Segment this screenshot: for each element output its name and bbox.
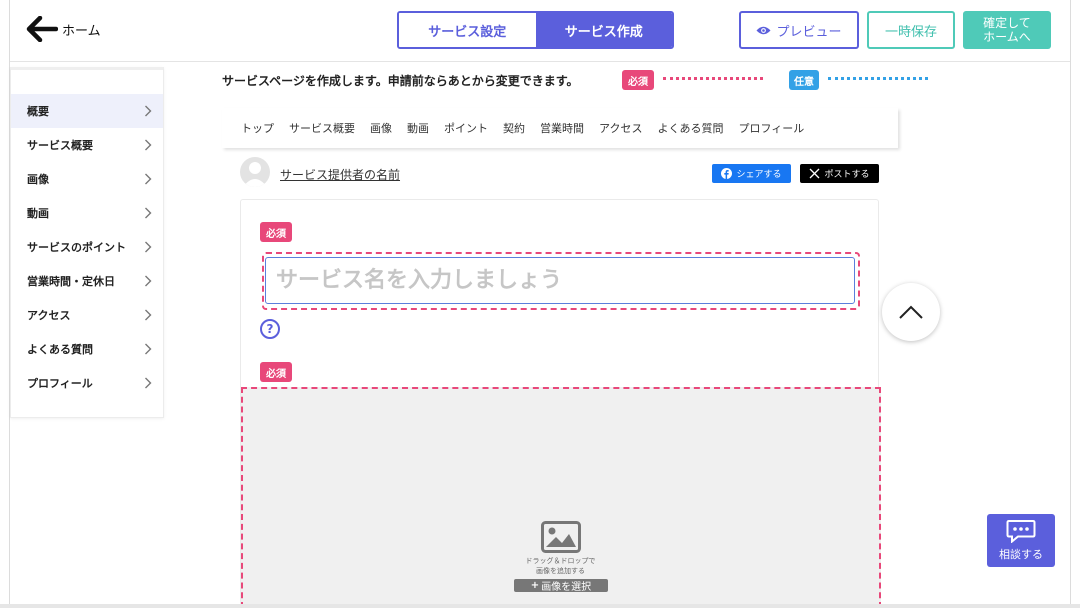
tab-service-create[interactable]: サービス作成 — [535, 13, 672, 47]
chevron-right-icon — [145, 241, 152, 253]
chevron-right-icon — [145, 173, 152, 185]
page-nav-hours[interactable]: 営業時間 — [540, 120, 584, 136]
home-label: ホーム — [62, 23, 101, 39]
scroll-to-top-button[interactable] — [882, 283, 940, 341]
chat-bubble-icon — [1006, 520, 1036, 543]
facebook-share-button[interactable]: シェアする — [712, 164, 791, 183]
page-nav-images[interactable]: 画像 — [370, 120, 392, 136]
home-link[interactable]: ホーム — [26, 16, 101, 42]
sidebar-item-label: 営業時間・定休日 — [27, 275, 115, 288]
help-icon[interactable]: ? — [260, 319, 280, 339]
mode-tabs: サービス設定 サービス作成 — [397, 11, 674, 49]
temp-save-button[interactable]: 一時保存 — [867, 11, 955, 49]
sidebar-item-points[interactable]: サービスのポイント — [11, 230, 163, 264]
plus-icon: + — [530, 580, 540, 591]
chevron-up-icon — [899, 305, 923, 319]
user-silhouette-icon — [243, 162, 267, 187]
post-label: ポストする — [824, 170, 870, 180]
confirm-label-line1: 確定して — [983, 16, 1031, 30]
dropzone-hint-line2: 画像を追加する — [536, 567, 585, 575]
sidebar-item-label: 画像 — [27, 173, 49, 186]
page-nav-profile[interactable]: プロフィール — [738, 120, 804, 136]
sidebar: 概要 サービス概要 画像 動画 サービスのポイント 営業時間・定休日 アクセス — [10, 67, 164, 418]
page-nav-top[interactable]: トップ — [241, 120, 274, 136]
chevron-right-icon — [145, 343, 152, 355]
eye-icon — [756, 26, 771, 34]
share-label: シェアする — [736, 170, 782, 180]
facebook-icon — [721, 168, 733, 179]
consult-label: 相談する — [999, 548, 1043, 561]
sidebar-item-label: アクセス — [27, 309, 71, 322]
optional-legend-tag: 任意 — [789, 70, 819, 90]
sidebar-list: 概要 サービス概要 画像 動画 サービスのポイント 営業時間・定休日 アクセス — [11, 94, 163, 400]
frame-edge-bottom — [0, 604, 1080, 608]
select-image-button[interactable]: + 画像を選択 — [514, 579, 608, 593]
page-section-nav: トップ サービス概要 画像 動画 ポイント 契約 営業時間 アクセス よくある質… — [222, 108, 898, 148]
service-name-required-badge: 必須 — [260, 222, 292, 242]
required-legend-tag: 必須 — [622, 70, 654, 90]
page-nav-access[interactable]: アクセス — [599, 120, 642, 136]
chevron-right-icon — [145, 207, 152, 219]
chevron-right-icon — [145, 139, 152, 151]
confirm-home-button[interactable]: 確定して ホームへ — [963, 11, 1051, 49]
chevron-right-icon — [145, 309, 152, 321]
sidebar-item-faq[interactable]: よくある質問 — [11, 332, 163, 366]
sidebar-item-overview[interactable]: 概要 — [11, 94, 163, 128]
page-nav-faq[interactable]: よくある質問 — [657, 120, 723, 136]
sidebar-item-label: サービスのポイント — [27, 241, 126, 254]
sidebar-item-access[interactable]: アクセス — [11, 298, 163, 332]
frame-edge-right — [1070, 0, 1071, 608]
page-nav-points[interactable]: ポイント — [444, 120, 488, 136]
service-name-input[interactable] — [265, 257, 855, 304]
page-nav-videos[interactable]: 動画 — [407, 120, 429, 136]
dropzone-hint: ドラッグ＆ドロップで 画像を追加する — [500, 556, 621, 576]
back-arrow-icon — [26, 16, 58, 42]
sidebar-item-label: 動画 — [27, 207, 49, 220]
chevron-right-icon — [145, 275, 152, 287]
sidebar-item-label: プロフィール — [27, 377, 93, 390]
sidebar-item-label: 概要 — [27, 105, 49, 118]
sidebar-item-profile[interactable]: プロフィール — [11, 366, 163, 400]
sidebar-item-label: よくある質問 — [27, 343, 93, 356]
select-image-label: 画像を選択 — [541, 582, 592, 593]
sidebar-item-images[interactable]: 画像 — [11, 162, 163, 196]
sidebar-item-service-summary[interactable]: サービス概要 — [11, 128, 163, 162]
page-nav-contract[interactable]: 契約 — [503, 120, 525, 136]
tab-service-settings[interactable]: サービス設定 — [399, 13, 536, 47]
x-logo-icon — [810, 168, 820, 179]
chevron-right-icon — [145, 377, 152, 389]
optional-legend-line — [828, 77, 928, 80]
required-legend-line — [663, 77, 763, 80]
intro-text: サービスページを作成します。申請前ならあとから変更できます。 — [222, 74, 579, 88]
consult-button[interactable]: 相談する — [987, 514, 1055, 567]
sidebar-item-videos[interactable]: 動画 — [11, 196, 163, 230]
confirm-label-line2: ホームへ — [983, 30, 1031, 44]
preview-button[interactable]: プレビュー — [739, 11, 859, 49]
avatar — [240, 157, 270, 187]
image-required-badge: 必須 — [260, 362, 292, 382]
sidebar-item-label: サービス概要 — [27, 139, 93, 152]
chevron-right-icon — [145, 105, 152, 117]
provider-name-link[interactable]: サービス提供者の名前 — [280, 166, 400, 183]
x-post-button[interactable]: ポストする — [800, 164, 879, 183]
preview-label: プレビュー — [776, 24, 842, 40]
image-icon — [541, 521, 581, 553]
page-nav-service-summary[interactable]: サービス概要 — [289, 120, 355, 136]
sidebar-item-hours[interactable]: 営業時間・定休日 — [11, 264, 163, 298]
dropzone-hint-line1: ドラッグ＆ドロップで — [525, 557, 596, 565]
